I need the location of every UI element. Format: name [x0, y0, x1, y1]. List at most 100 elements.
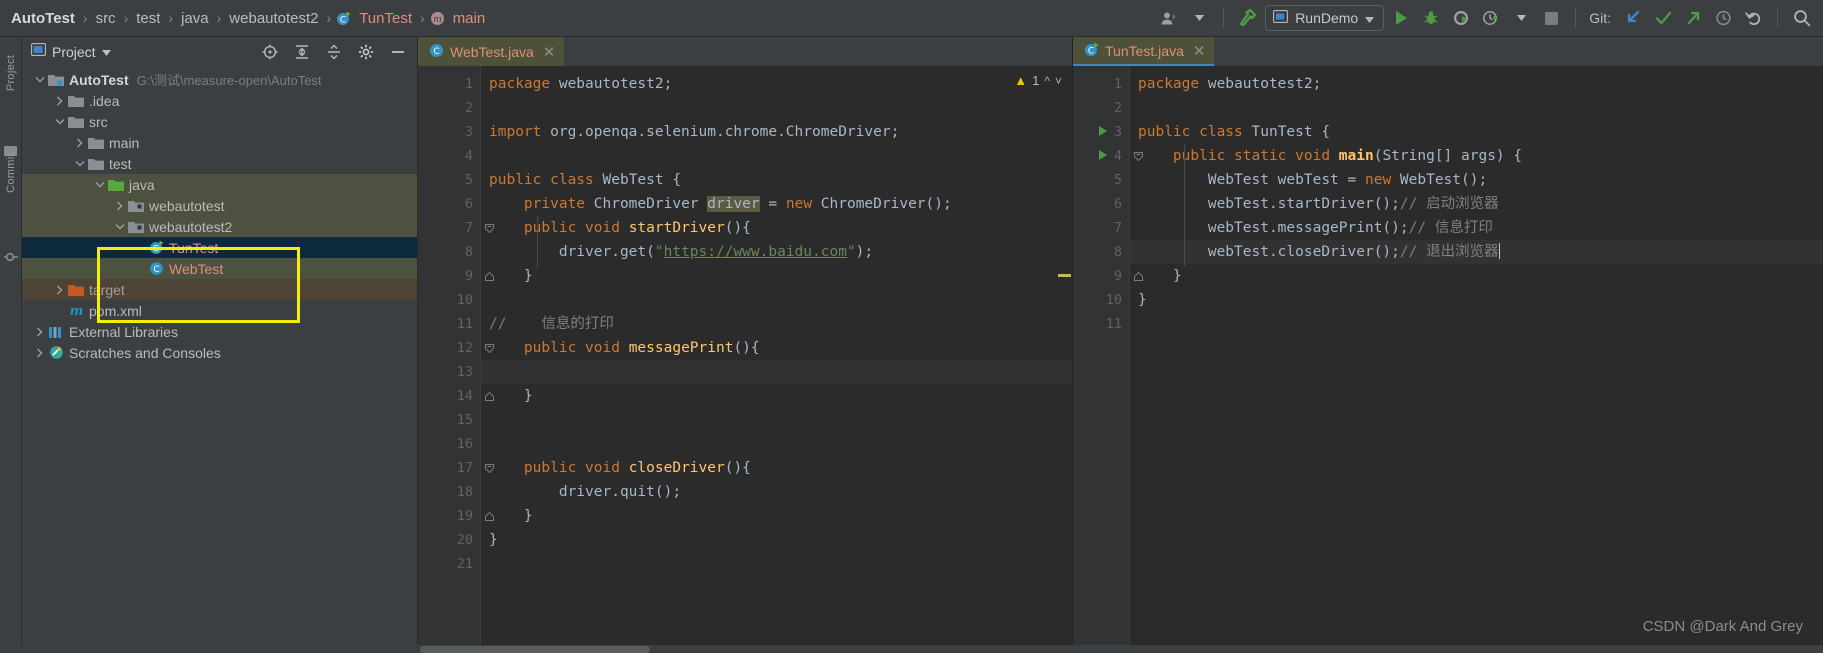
code-line[interactable]: webTest.messagePrint();// 信息打印	[1130, 216, 1823, 240]
code-line[interactable]: // 信息的打印	[481, 312, 1072, 336]
gutter-line[interactable]: 6	[418, 192, 480, 216]
gutter-line[interactable]: 11	[418, 312, 480, 336]
tree-node-java[interactable]: java	[22, 174, 417, 195]
code-line[interactable]	[1130, 96, 1823, 120]
git-commit-check-icon[interactable]	[1650, 5, 1676, 31]
chevron-down-icon[interactable]	[52, 118, 67, 125]
gutter-line[interactable]: 10	[418, 288, 480, 312]
breadcrumb-item-test[interactable]: test	[133, 10, 163, 27]
code-line[interactable]	[481, 96, 1072, 120]
gutter-line[interactable]: 8	[1073, 240, 1129, 264]
tool-window-button-project[interactable]: Project	[5, 45, 17, 101]
editor-body-right[interactable]: 1 2 3 4 5 6 7 8 9 10 11 package webautotest2; publi…	[1073, 66, 1823, 645]
code-line[interactable]: driver.quit();	[481, 480, 1072, 504]
gutter-left[interactable]: 1 2 3 4 5 6 7 8 9 10 11 12 13 14 15 16 17 18 19 20 21	[418, 66, 494, 645]
git-push-arrow-icon[interactable]	[1680, 5, 1706, 31]
inspection-widget[interactable]: ▲ 1 ^ ˅	[1014, 73, 1062, 88]
tree-node-external-libraries[interactable]: External Libraries	[22, 321, 417, 342]
chevron-down-icon[interactable]	[101, 43, 111, 61]
tree-node-webtest[interactable]: C WebTest	[22, 258, 417, 279]
gutter-line[interactable]: 20	[418, 528, 480, 552]
breadcrumb-item-autotest[interactable]: AutoTest	[8, 10, 78, 27]
profiler-clock-icon[interactable]	[1478, 5, 1504, 31]
chevron-right-icon[interactable]	[52, 284, 67, 295]
breadcrumb-item-webautotest2[interactable]: webautotest2	[226, 10, 321, 27]
collapse-all-icon[interactable]	[321, 39, 347, 65]
gutter-line[interactable]: 5	[1073, 168, 1129, 192]
code-line[interactable]	[1130, 312, 1823, 336]
gutter-line[interactable]: 18	[418, 480, 480, 504]
code-line[interactable]	[481, 288, 1072, 312]
gutter-line[interactable]: 10	[1073, 288, 1129, 312]
code-line[interactable]: WebTest webTest = new WebTest();	[1130, 168, 1823, 192]
code-line[interactable]: }	[481, 384, 1072, 408]
code-line[interactable]: driver.get("https://www.baidu.com");	[481, 240, 1072, 264]
breadcrumb-item-main[interactable]: m main	[430, 10, 489, 27]
chevron-down-icon[interactable]	[32, 76, 47, 83]
chevron-down-icon[interactable]: ˅	[1055, 74, 1062, 88]
code-line[interactable]	[481, 144, 1072, 168]
tree-node-scratches-and-consoles[interactable]: Scratches and Consoles	[22, 342, 417, 363]
gutter-line[interactable]: 9	[1073, 264, 1143, 288]
code-line[interactable]: package webautotest2;	[481, 72, 1072, 96]
run-gutter-play-icon[interactable]	[1099, 150, 1107, 160]
chevron-down-icon[interactable]	[92, 181, 107, 188]
code-line[interactable]: }	[481, 264, 1072, 288]
chevron-right-icon[interactable]	[72, 137, 87, 148]
code-line[interactable]: package webautotest2;	[1130, 72, 1823, 96]
gutter-line[interactable]: 2	[418, 96, 480, 120]
tree-node-main[interactable]: main	[22, 132, 417, 153]
gutter-line[interactable]: 8	[418, 240, 480, 264]
gutter-right[interactable]: 1 2 3 4 5 6 7 8 9 10 11	[1073, 66, 1143, 645]
gutter-line[interactable]: 9	[418, 264, 494, 288]
scrollbar-warning-marker[interactable]	[1058, 274, 1071, 277]
code-line[interactable]: import org.openqa.selenium.chrome.Chrome…	[481, 120, 1072, 144]
tree-node-test[interactable]: test	[22, 153, 417, 174]
horizontal-scrollbar-thumb[interactable]	[420, 646, 650, 653]
gutter-line[interactable]: 7	[418, 216, 494, 240]
gutter-line[interactable]: 21	[418, 552, 480, 576]
code-line[interactable]: }	[1130, 288, 1823, 312]
tool-window-button-commit[interactable]: Commit	[5, 145, 17, 201]
chevron-down-icon[interactable]	[1186, 5, 1212, 31]
git-history-clock-icon[interactable]	[1710, 5, 1736, 31]
breadcrumb-item-tuntest[interactable]: C TunTest	[336, 10, 415, 27]
code-line[interactable]	[481, 360, 1072, 384]
gutter-line[interactable]: 1	[1073, 72, 1129, 96]
chevron-right-icon[interactable]	[112, 200, 127, 211]
breadcrumb-item-src[interactable]: src	[93, 10, 119, 27]
user-avatar-icon[interactable]	[1156, 5, 1182, 31]
close-x-icon[interactable]: ✕	[543, 43, 556, 61]
gutter-line[interactable]: 3	[1073, 120, 1129, 144]
chevron-right-icon[interactable]	[32, 347, 47, 358]
debug-bug-icon[interactable]	[1418, 5, 1444, 31]
run-with-coverage-icon[interactable]	[1448, 5, 1474, 31]
code-line[interactable]	[481, 432, 1072, 456]
tree-node-pom-xml[interactable]: m pom.xml	[22, 300, 417, 321]
gutter-line[interactable]: 14	[418, 384, 494, 408]
editor-body-left[interactable]: 1 2 3 4 5 6 7 8 9 10 11 12 13 14 15 16 17 18 19 20 21 packag…	[418, 66, 1072, 645]
tree-node-src[interactable]: src	[22, 111, 417, 132]
gutter-line[interactable]: 3	[418, 120, 480, 144]
tree-node-webautotest[interactable]: webautotest	[22, 195, 417, 216]
chevron-up-icon[interactable]: ^	[1044, 74, 1050, 88]
tree-node-tuntest[interactable]: C TunTest	[22, 237, 417, 258]
gutter-line[interactable]: 5	[418, 168, 480, 192]
code-line[interactable]: public class TunTest {	[1130, 120, 1823, 144]
gutter-line[interactable]: 1	[418, 72, 480, 96]
code-left[interactable]: package webautotest2; import org.openqa.s…	[480, 66, 1072, 645]
chevron-down-icon[interactable]	[112, 223, 127, 230]
gutter-line[interactable]: 4	[1073, 144, 1143, 168]
select-opened-file-icon[interactable]	[257, 39, 283, 65]
code-line[interactable]: public void messagePrint(){	[481, 336, 1072, 360]
gutter-line[interactable]: 6	[1073, 192, 1129, 216]
run-gutter-play-icon[interactable]	[1099, 126, 1107, 136]
code-line[interactable]: }	[481, 504, 1072, 528]
search-magnifier-icon[interactable]	[1789, 5, 1815, 31]
tree-node--idea[interactable]: .idea	[22, 90, 417, 111]
gutter-line[interactable]: 7	[1073, 216, 1129, 240]
hide-panel-minus-icon[interactable]	[385, 39, 411, 65]
tab-webtest-java[interactable]: C WebTest.java ✕	[418, 37, 565, 66]
git-rollback-icon[interactable]	[1740, 5, 1766, 31]
breadcrumb-item-java[interactable]: java	[178, 10, 212, 27]
